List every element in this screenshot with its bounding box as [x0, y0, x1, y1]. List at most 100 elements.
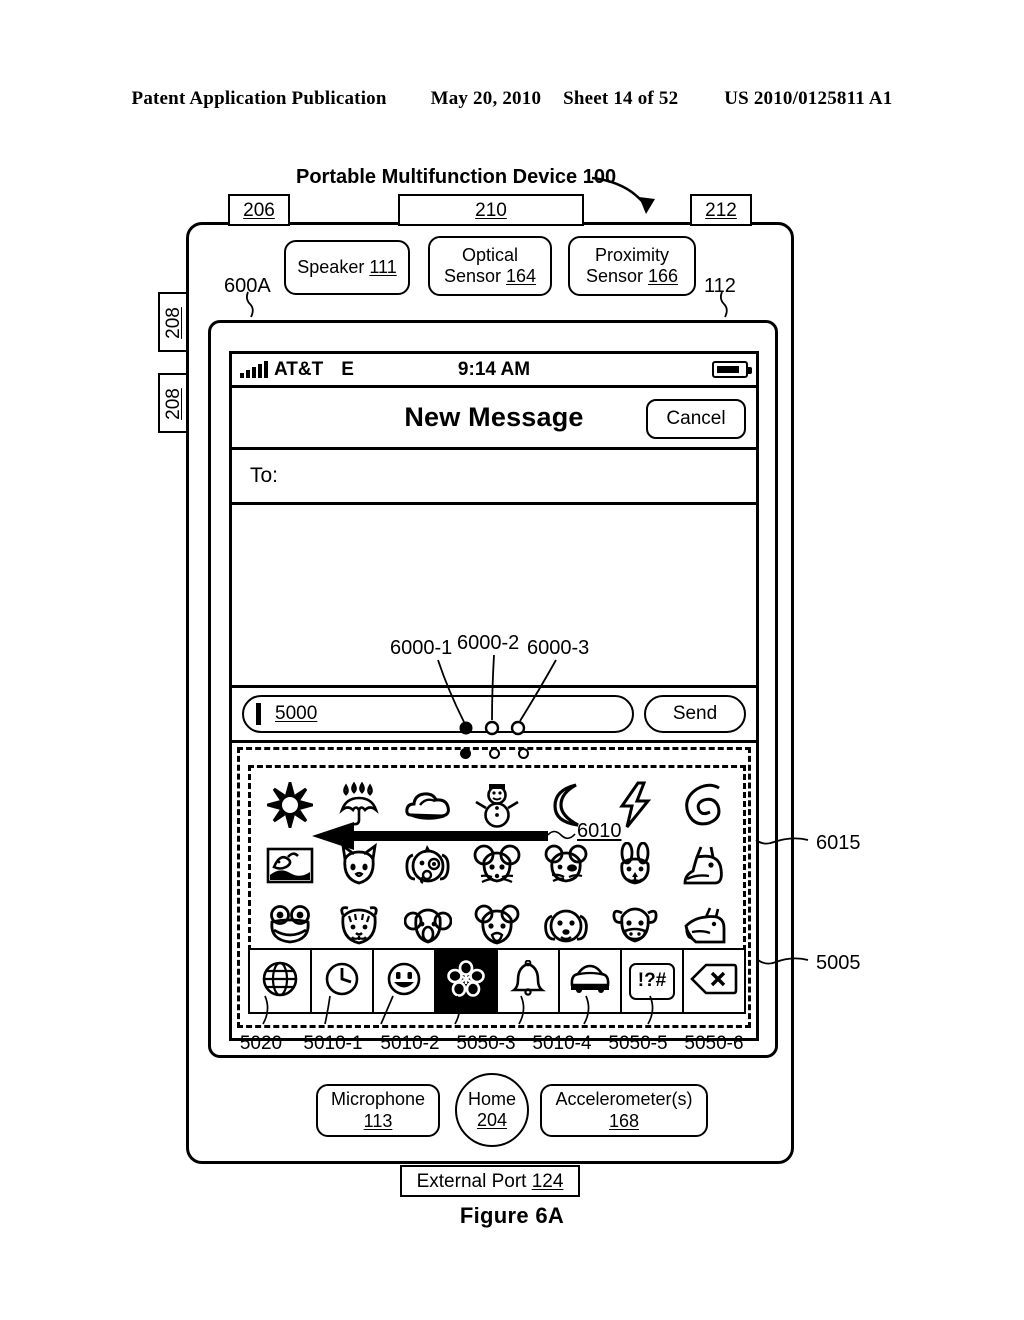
horse-head-icon[interactable]	[673, 836, 735, 894]
emoji-row-2	[255, 835, 739, 895]
cyclone-icon[interactable]	[673, 776, 735, 834]
tab-smileys[interactable]	[374, 950, 436, 1012]
dog-face-icon[interactable]	[397, 836, 459, 894]
cloud-icon[interactable]	[397, 776, 459, 834]
publication-sheet: Sheet 14 of 52	[563, 88, 679, 109]
callout-112: 112	[704, 275, 736, 297]
proximity-sensor-component: Proximity Sensor 166	[568, 236, 696, 296]
page-dot-2[interactable]	[488, 748, 500, 759]
clock-icon	[323, 960, 361, 1003]
publication-type: Patent Application Publication	[131, 88, 387, 109]
microphone-component: Microphone 113	[316, 1084, 440, 1137]
text-cursor	[256, 703, 261, 725]
device-tab-206: 206	[228, 194, 290, 226]
boar-icon[interactable]	[673, 896, 735, 954]
callout-6000-3: 6000-3	[527, 637, 590, 659]
external-port-component: External Port 124	[400, 1165, 580, 1197]
puppy-face-icon[interactable]	[535, 896, 597, 954]
cancel-button[interactable]: Cancel	[646, 399, 746, 439]
swipe-gesture-ref: 6010	[577, 820, 622, 842]
tab-ref-5050-5: 5050-5	[608, 1033, 668, 1054]
emoji-keyboard-region: 6010 !?#	[232, 740, 756, 1032]
bell-icon	[510, 959, 546, 1003]
network-type-label: E	[341, 358, 354, 380]
tab-ref-5020: 5020	[239, 1033, 283, 1054]
tab-ref-5010-2: 5010-2	[380, 1033, 440, 1054]
emoji-row-3	[255, 895, 739, 955]
emoji-row-1	[255, 775, 739, 835]
accelerometer-component: Accelerometer(s) 168	[540, 1084, 708, 1137]
carrier-label: AT&T	[274, 358, 324, 380]
recipient-row[interactable]: To:	[232, 450, 756, 502]
emoji-category-tab-strip[interactable]: !?#	[248, 948, 746, 1014]
symbols-icon: !?#	[629, 962, 675, 1000]
symbols-glyph: !?#	[637, 970, 667, 991]
page-dot-3[interactable]	[517, 748, 529, 759]
tab-globe[interactable]	[248, 950, 312, 1012]
message-conversation-area	[232, 502, 756, 688]
touch-screen[interactable]: AT&T E 9:14 AM New Message Cancel To: 50…	[208, 320, 778, 1058]
figure-caption: Figure 6A	[459, 1203, 565, 1228]
tab-ref-5010-4: 5010-4	[532, 1033, 592, 1054]
snowman-icon[interactable]	[466, 776, 528, 834]
signal-bars-icon	[240, 361, 268, 378]
screen-ui-600A: AT&T E 9:14 AM New Message Cancel To: 50…	[229, 351, 759, 1041]
compose-row: 5000 Send	[232, 688, 756, 740]
tab-recent-clock[interactable]	[312, 950, 374, 1012]
tab-nature-flower[interactable]	[436, 950, 498, 1012]
status-bar: AT&T E 9:14 AM	[232, 354, 756, 388]
publication-number: US 2010/0125811 A1	[724, 88, 893, 109]
leader-squiggle-6010	[548, 830, 576, 840]
send-button[interactable]: Send	[644, 695, 746, 733]
globe-icon	[261, 960, 299, 1003]
device-tab-212: 212	[690, 194, 752, 226]
koala-face-icon[interactable]	[397, 896, 459, 954]
sun-icon[interactable]	[259, 776, 321, 834]
publication-date: May 20, 2010	[430, 88, 542, 109]
home-button-ref: 204	[476, 1110, 508, 1130]
tab-symbols[interactable]: !?#	[622, 950, 684, 1012]
car-icon	[568, 963, 612, 1000]
message-text-input[interactable]: 5000	[242, 695, 634, 733]
device-tab-208-upper: 208	[158, 292, 188, 352]
home-button-label: Home	[467, 1089, 516, 1110]
device-title-callout: Portable Multifunction Device 100	[296, 166, 617, 188]
whale-icon[interactable]	[259, 836, 321, 894]
smiley-icon	[385, 960, 423, 1003]
device-tab-208-lower: 208	[158, 373, 188, 433]
to-label: To:	[250, 464, 279, 487]
page-indicator[interactable]	[232, 748, 756, 759]
publication-header: Patent Application Publication May 20, 2…	[0, 88, 1024, 110]
tab-ref-5050-6: 5050-6	[684, 1033, 744, 1054]
cat-face-icon[interactable]	[328, 836, 390, 894]
navigation-bar: New Message Cancel	[232, 388, 756, 450]
hamster-face-icon[interactable]	[535, 836, 597, 894]
text-field-ref: 5000	[275, 703, 318, 724]
tiger-face-icon[interactable]	[328, 896, 390, 954]
callout-6000-2: 6000-2	[457, 632, 520, 654]
rabbit-face-icon[interactable]	[604, 836, 666, 894]
optical-sensor-component: Optical Sensor 164	[428, 236, 552, 296]
mouse-face-icon[interactable]	[466, 836, 528, 894]
tab-objects-bell[interactable]	[498, 950, 560, 1012]
page-title: New Message	[404, 402, 584, 432]
cow-face-icon[interactable]	[604, 896, 666, 954]
page-dot-1[interactable]	[459, 748, 471, 759]
umbrella-rain-icon[interactable]	[328, 776, 390, 834]
tab-ref-5050-3: 5050-3	[456, 1033, 516, 1054]
callout-6015: 6015	[816, 832, 861, 854]
frog-face-icon[interactable]	[259, 896, 321, 954]
device-tab-210: 210	[398, 194, 584, 226]
home-button[interactable]: Home 204	[455, 1073, 529, 1147]
callout-600A: 600A	[224, 275, 271, 297]
flower-icon	[447, 959, 485, 1003]
tab-travel-car[interactable]	[560, 950, 622, 1012]
emoji-palette[interactable]	[248, 765, 746, 960]
delete-icon	[690, 963, 738, 1000]
tab-delete[interactable]	[684, 950, 746, 1012]
callout-6000-1: 6000-1	[390, 637, 453, 659]
keyboard-tab-reference-row: 5020 5010-1 5010-2 5050-3 5010-4 5050-5 …	[228, 1033, 768, 1055]
tab-ref-5010-1: 5010-1	[303, 1033, 363, 1054]
speaker-component: Speaker 111	[284, 240, 410, 295]
bear-face-icon[interactable]	[466, 896, 528, 954]
